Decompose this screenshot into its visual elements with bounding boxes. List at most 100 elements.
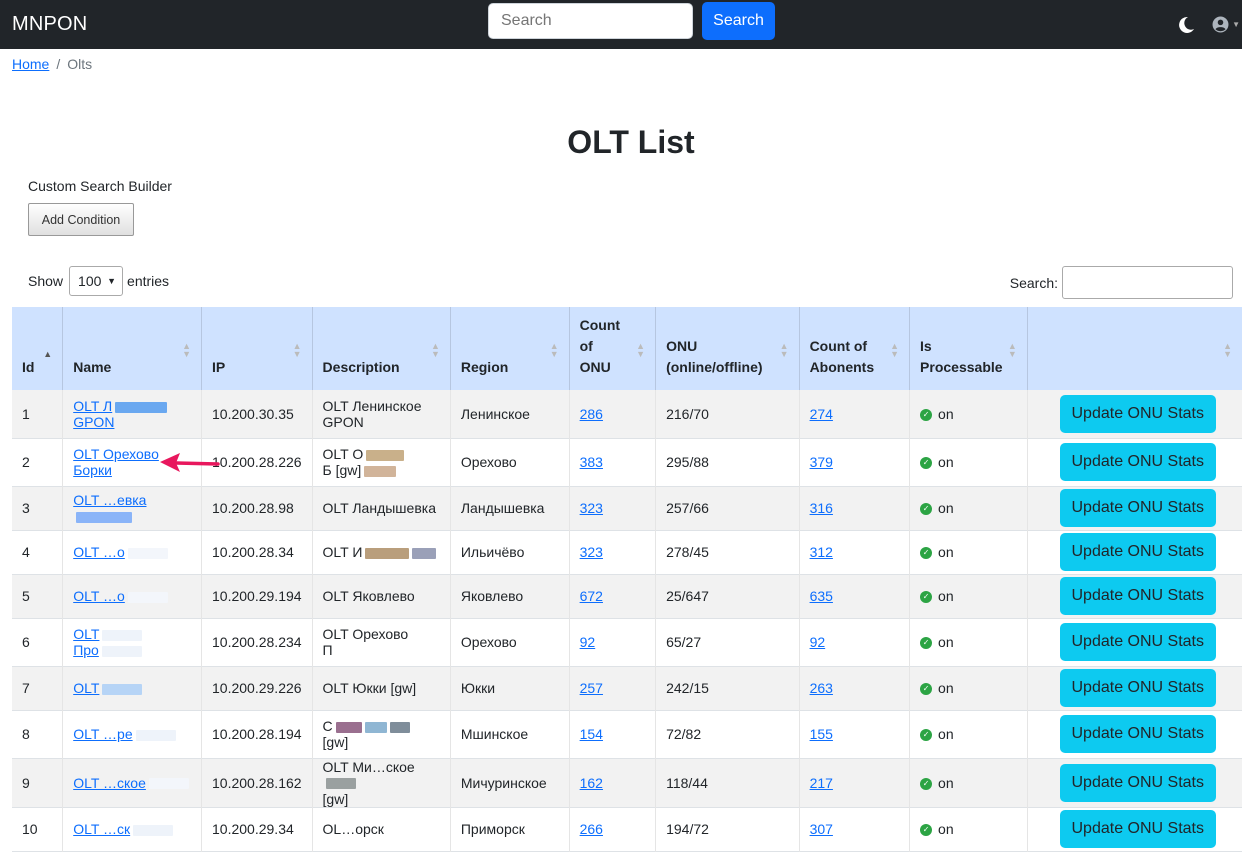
- update-onu-stats-button[interactable]: Update ONU Stats: [1059, 763, 1216, 802]
- sort-icon: ▲ ▼: [890, 341, 900, 359]
- navbar-search: Search: [488, 2, 775, 40]
- onu-online-offline: 194/72: [666, 821, 709, 837]
- onu-online-offline: 242/15: [666, 680, 709, 696]
- abonents-count-link[interactable]: 263: [810, 680, 833, 696]
- update-onu-stats-button[interactable]: Update ONU Stats: [1059, 810, 1216, 848]
- column-header-abonents[interactable]: Count of Abonents ▲ ▼: [798, 307, 910, 390]
- onu-count-link[interactable]: 162: [580, 775, 603, 791]
- onu-count-link[interactable]: 323: [580, 544, 603, 560]
- onu-count-link[interactable]: 383: [580, 454, 603, 470]
- onu-count-link[interactable]: 323: [580, 500, 603, 516]
- cell-region: Приморск: [449, 807, 570, 851]
- row-id: 4: [22, 544, 30, 560]
- redacted-block: [148, 778, 189, 790]
- update-onu-stats-button[interactable]: Update ONU Stats: [1059, 489, 1216, 527]
- abonents-count-link[interactable]: 274: [810, 406, 833, 422]
- olt-name-link[interactable]: OLT Орехово: [73, 446, 159, 462]
- cell-description: OL…орск: [311, 807, 451, 851]
- entries-label: entries: [127, 273, 170, 289]
- processable-status: on: [938, 821, 954, 837]
- abonents-count-link[interactable]: 379: [810, 454, 833, 470]
- olt-region: Ильичёво: [460, 544, 525, 560]
- olt-name-link[interactable]: OLT …о: [73, 544, 125, 560]
- column-header-label: of: [579, 338, 593, 354]
- table-row: 7 OLT 10.200.29.226 OLT Юкки [gw] Юкки 257 242…: [12, 666, 1242, 710]
- olt-region: Мичуринское: [460, 774, 547, 791]
- olt-name-link[interactable]: OLT: [73, 626, 99, 642]
- update-onu-stats-button[interactable]: Update ONU Stats: [1059, 443, 1216, 481]
- cell-processable: ✓ on: [909, 758, 1028, 807]
- olt-name-link[interactable]: OLT …ское: [73, 775, 146, 791]
- cell-description: OLT Орехово П: [311, 618, 451, 666]
- redacted-block: [389, 721, 410, 733]
- cell-abonents: 155: [798, 710, 910, 758]
- cell-processable: ✓ on: [909, 390, 1028, 438]
- column-header-name[interactable]: Name ▲ ▼: [62, 307, 202, 390]
- abonents-count-link[interactable]: 316: [810, 500, 833, 516]
- entries-select[interactable]: 100 ▼: [69, 266, 124, 296]
- onu-count-link[interactable]: 154: [580, 726, 603, 742]
- brand-logo[interactable]: MNPON: [12, 13, 87, 36]
- olt-name-link[interactable]: OLT: [73, 680, 99, 696]
- redacted-block: [135, 729, 176, 741]
- onu-count-link[interactable]: 266: [580, 821, 603, 837]
- table-row: 5 OLT …о 10.200.29.194 OLT Яковлево Яковлево…: [12, 574, 1242, 618]
- navbar-search-button[interactable]: Search: [702, 2, 775, 40]
- breadcrumb-home-link[interactable]: Home: [12, 56, 49, 72]
- column-header-action[interactable]: ▲ ▼: [1026, 307, 1242, 390]
- update-onu-stats-button[interactable]: Update ONU Stats: [1059, 394, 1216, 433]
- cell-id: 4: [12, 530, 63, 574]
- column-header-description[interactable]: Description ▲ ▼: [311, 307, 451, 390]
- update-onu-stats-button[interactable]: Update ONU Stats: [1059, 577, 1216, 615]
- olt-name-link[interactable]: Про: [73, 642, 99, 658]
- olt-name-link[interactable]: OLT …евка: [73, 492, 146, 508]
- column-header-processable[interactable]: Is Processable ▲ ▼: [909, 307, 1028, 390]
- column-header-onu_status[interactable]: ONU (online/offline) ▲ ▼: [655, 307, 800, 390]
- moon-icon[interactable]: [1176, 15, 1196, 35]
- olt-name-link[interactable]: OLT …о: [73, 588, 125, 604]
- olt-name-link[interactable]: OLT …ск: [73, 821, 130, 837]
- onu-count-link[interactable]: 672: [580, 588, 603, 604]
- breadcrumb-separator: /: [56, 56, 61, 72]
- abonents-count-link[interactable]: 92: [810, 634, 826, 650]
- top-navbar: MNPON Search ▼: [0, 0, 1242, 49]
- abonents-count-link[interactable]: 312: [810, 544, 833, 560]
- cell-count-onu: 92: [568, 618, 656, 666]
- column-header-label: Name: [73, 359, 112, 375]
- update-onu-stats-button[interactable]: Update ONU Stats: [1059, 533, 1216, 571]
- add-condition-button[interactable]: Add Condition: [28, 203, 134, 236]
- cell-action: Update ONU Stats: [1026, 807, 1242, 851]
- abonents-count-link[interactable]: 307: [810, 821, 833, 837]
- olt-name-link[interactable]: OLT …ре: [73, 726, 132, 742]
- abonents-count-link[interactable]: 217: [810, 775, 833, 791]
- user-menu-toggle[interactable]: ▼: [1212, 16, 1242, 33]
- column-header-region[interactable]: Region ▲ ▼: [449, 307, 570, 390]
- olt-name-link[interactable]: Борки: [73, 462, 112, 478]
- onu-count-link[interactable]: 92: [580, 634, 596, 650]
- table-row: 3 OLT …евка 10.200.28.98 OLT Ландышевка Ланд…: [12, 486, 1242, 530]
- navbar-search-input[interactable]: [488, 3, 693, 39]
- olt-name-link[interactable]: OLT Л: [73, 398, 112, 414]
- column-header-ip[interactable]: IP ▲ ▼: [201, 307, 313, 390]
- column-header-label: Region: [460, 359, 509, 375]
- row-id: 10: [22, 821, 38, 837]
- onu-count-link[interactable]: 286: [580, 406, 603, 422]
- olt-ip: 10.200.28.194: [212, 726, 302, 742]
- update-onu-stats-button[interactable]: Update ONU Stats: [1059, 669, 1216, 707]
- olt-description: OLT Юкки [gw]: [322, 680, 417, 696]
- olt-name-link[interactable]: GPON: [73, 414, 114, 430]
- update-onu-stats-button[interactable]: Update ONU Stats: [1059, 623, 1216, 661]
- abonents-count-link[interactable]: 155: [810, 726, 833, 742]
- abonents-count-link[interactable]: 635: [810, 588, 833, 604]
- table-search-input[interactable]: [1062, 266, 1233, 299]
- onu-count-link[interactable]: 257: [580, 680, 603, 696]
- cell-onu-status: 25/647: [655, 574, 800, 618]
- check-circle-icon: ✓: [920, 457, 933, 470]
- column-header-id[interactable]: Id ▲: [12, 307, 63, 390]
- olt-description: OLT Ми…ское: [322, 758, 415, 775]
- annotation-arrow-icon: [160, 453, 220, 472]
- update-onu-stats-button[interactable]: Update ONU Stats: [1059, 715, 1216, 753]
- column-header-label: Is: [920, 338, 932, 354]
- column-header-count_onu[interactable]: Count of ONU ▲ ▼: [568, 307, 656, 390]
- cell-processable: ✓ on: [909, 807, 1028, 851]
